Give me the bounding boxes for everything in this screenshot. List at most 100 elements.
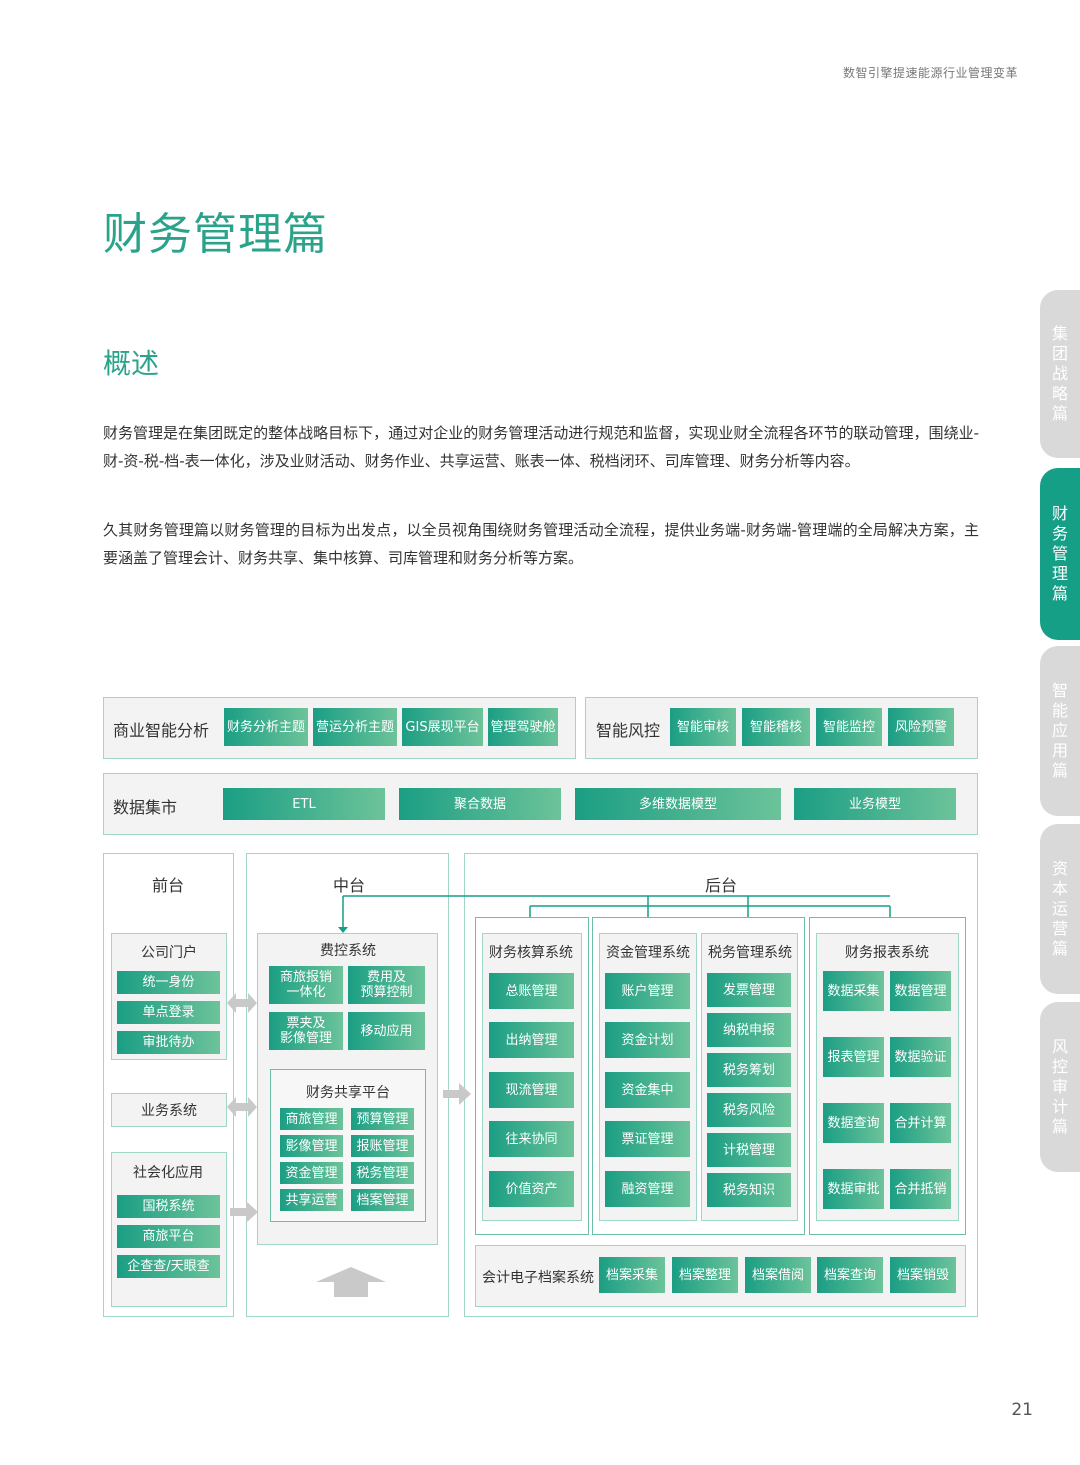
report-item: 数据审批 (823, 1169, 884, 1209)
side-tab-capital[interactable]: 资本运营篇 (1040, 824, 1080, 994)
portal-item: 统一身份 (117, 971, 220, 994)
treasury-item: 融资管理 (605, 1171, 690, 1207)
shared-item: 共享运营 (280, 1189, 343, 1211)
tax-label: 税务管理系统 (708, 945, 792, 961)
bi-item: 财务分析主题 (224, 708, 308, 746)
side-tab-char: 集 (1051, 324, 1068, 343)
datamart-item: 业务模型 (794, 788, 956, 820)
archive-item: 档案整理 (672, 1257, 738, 1293)
side-tab-char: 战 (1051, 364, 1068, 383)
risk-item: 智能审核 (670, 708, 736, 746)
front-label: 前台 (152, 876, 185, 895)
side-tab-char: 控 (1051, 1057, 1068, 1076)
archive-item: 档案销毁 (890, 1257, 956, 1293)
shared-item: 税务管理 (351, 1162, 414, 1184)
side-tab-char: 篇 (1051, 584, 1068, 603)
datamart-item: 多维数据模型 (575, 788, 781, 820)
side-tab-group-strategy[interactable]: 集团战略篇 (1040, 290, 1080, 458)
shared-item: 影像管理 (280, 1135, 343, 1157)
tax-item: 税务知识 (707, 1173, 791, 1207)
bi-item: GIS展现平台 (402, 708, 483, 746)
archive-item: 档案借阅 (745, 1257, 811, 1293)
side-tab-char: 审 (1051, 1077, 1068, 1096)
double-arrow-icon (227, 993, 257, 1013)
double-arrow-icon (227, 1097, 257, 1117)
side-tab-char: 本 (1051, 879, 1068, 898)
risk-label: 智能风控 (596, 721, 661, 740)
archive-item: 档案查询 (817, 1257, 883, 1293)
shared-label: 财务共享平台 (306, 1085, 390, 1101)
side-tab-char: 能 (1051, 701, 1068, 720)
shared-item: 商旅管理 (280, 1108, 343, 1130)
side-tab-char: 风 (1051, 1037, 1068, 1056)
shared-item: 预算管理 (351, 1108, 414, 1130)
social-item: 商旅平台 (117, 1225, 220, 1248)
tax-item: 税务筹划 (707, 1053, 791, 1087)
datamart-item: 聚合数据 (399, 788, 561, 820)
archive-item: 档案采集 (599, 1257, 665, 1293)
side-tab-char: 财 (1051, 504, 1068, 523)
side-tab-char: 管 (1051, 544, 1068, 563)
treasury-item: 账户管理 (605, 973, 690, 1009)
side-tab-char: 计 (1051, 1097, 1068, 1116)
datamart-item: ETL (223, 788, 385, 820)
side-tab-char: 篇 (1051, 939, 1068, 958)
side-tab-char: 用 (1051, 741, 1068, 760)
page-title: 财务管理篇 (103, 209, 328, 260)
portal-item: 审批待办 (117, 1031, 220, 1054)
side-tab-char: 资 (1051, 859, 1068, 878)
report-item: 数据采集 (823, 971, 884, 1011)
side-tab-char: 篇 (1051, 761, 1068, 780)
report-item: 合并抵销 (890, 1169, 951, 1209)
social-label: 社会化应用 (133, 1165, 203, 1181)
paragraph-1: 财务管理是在集团既定的整体战略目标下，通过对企业的财务管理活动进行规范和监督，实… (103, 424, 979, 470)
side-tab-risk-audit[interactable]: 风控审计篇 (1040, 1002, 1080, 1172)
right-arrow-icon (443, 1083, 471, 1105)
side-tab-char: 篇 (1051, 1117, 1068, 1136)
expense-item: 票夹及 影像管理 (269, 1012, 343, 1050)
side-tab-char: 营 (1051, 919, 1068, 938)
expense-item: 移动应用 (348, 1012, 425, 1050)
report-item: 合并计算 (890, 1103, 951, 1143)
tax-item: 纳税申报 (707, 1013, 791, 1047)
page-number: 21 (1011, 1400, 1033, 1420)
bi-item: 管理驾驶舱 (488, 708, 558, 746)
social-item: 国税系统 (117, 1195, 220, 1218)
risk-item: 风险预警 (888, 708, 954, 746)
shared-item: 资金管理 (280, 1162, 343, 1184)
expense-label: 费控系统 (320, 943, 376, 959)
accounting-item: 现流管理 (489, 1072, 574, 1108)
report-item: 数据验证 (890, 1037, 951, 1077)
accounting-label: 财务核算系统 (489, 945, 573, 961)
side-tab-char: 理 (1051, 564, 1068, 583)
social-item: 企查查/天眼查 (117, 1255, 220, 1278)
expense-item: 商旅报销 一体化 (269, 966, 343, 1004)
side-tab-char: 应 (1051, 721, 1068, 740)
accounting-item: 出纳管理 (489, 1022, 574, 1058)
shared-item: 档案管理 (351, 1189, 414, 1211)
treasury-label: 资金管理系统 (606, 945, 690, 961)
tax-item: 发票管理 (707, 973, 791, 1007)
biz-label: 业务系统 (141, 1103, 197, 1119)
paragraph-2: 久其财务管理篇以财务管理的目标为出发点，以全员视角围绕财务管理活动全流程，提供业… (103, 521, 979, 567)
shared-item: 报账管理 (351, 1135, 414, 1157)
datamart-label: 数据集市 (113, 798, 178, 817)
section-title: 概述 (103, 347, 160, 380)
accounting-item: 总账管理 (489, 973, 574, 1009)
report-label: 财务报表系统 (845, 945, 929, 961)
side-tab-smart-app[interactable]: 智能应用篇 (1040, 646, 1080, 816)
right-arrow-icon (230, 1201, 258, 1223)
expense-item: 费用及 预算控制 (348, 966, 425, 1004)
side-tab-char: 运 (1051, 899, 1068, 918)
tax-item: 计税管理 (707, 1133, 791, 1167)
side-tab-finance[interactable]: 财务管理篇 (1040, 468, 1080, 640)
accounting-item: 价值资产 (489, 1171, 574, 1207)
treasury-item: 资金集中 (605, 1072, 690, 1108)
treasury-item: 资金计划 (605, 1022, 690, 1058)
tax-item: 税务风险 (707, 1093, 791, 1127)
side-tab-char: 团 (1051, 344, 1068, 363)
portal-label: 公司门户 (141, 945, 197, 961)
side-tab-char: 智 (1051, 681, 1068, 700)
report-item: 数据管理 (890, 971, 951, 1011)
treasury-item: 票证管理 (605, 1121, 690, 1157)
